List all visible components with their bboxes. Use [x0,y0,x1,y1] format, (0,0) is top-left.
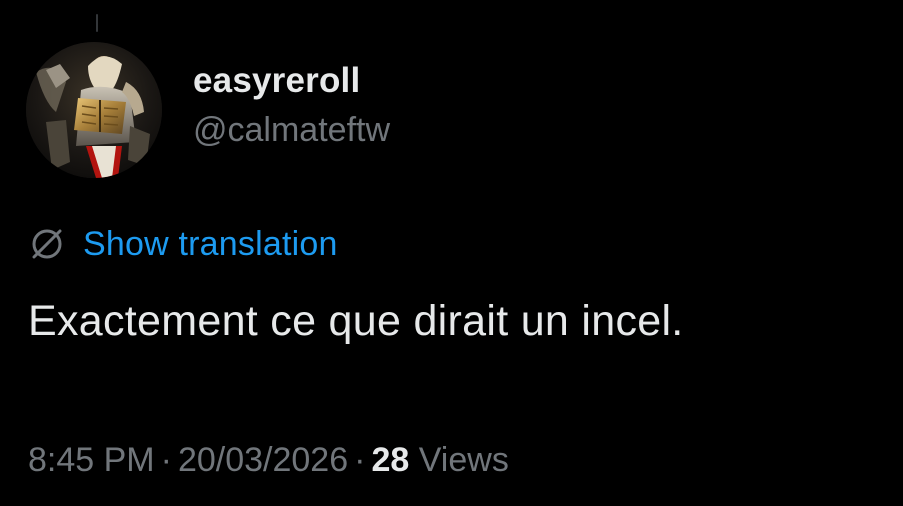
show-translation-button[interactable]: Show translation [28,222,338,266]
avatar[interactable] [26,42,162,178]
meta-separator: · [160,441,172,479]
views-count[interactable]: 28 [371,441,409,479]
translate-globe-icon [28,225,66,263]
tweet-text: Exactement ce que dirait un incel. [28,297,684,345]
tweet-date[interactable]: 20/03/2026 [178,441,348,479]
author-handle[interactable]: @calmateftw [193,107,390,153]
show-translation-label[interactable]: Show translation [83,222,338,266]
meta-separator: · [354,441,366,479]
views-label: Views [418,441,509,479]
tweet-time[interactable]: 8:45 PM [28,441,155,479]
author-info[interactable]: easyreroll @calmateftw [193,58,390,153]
fantasy-knight-avatar-image [26,42,162,178]
author-display-name[interactable]: easyreroll [193,58,390,104]
tweet-metadata: 8:45 PM · 20/03/2026 · 28 Views [28,436,509,484]
thread-connector-line [96,14,98,32]
